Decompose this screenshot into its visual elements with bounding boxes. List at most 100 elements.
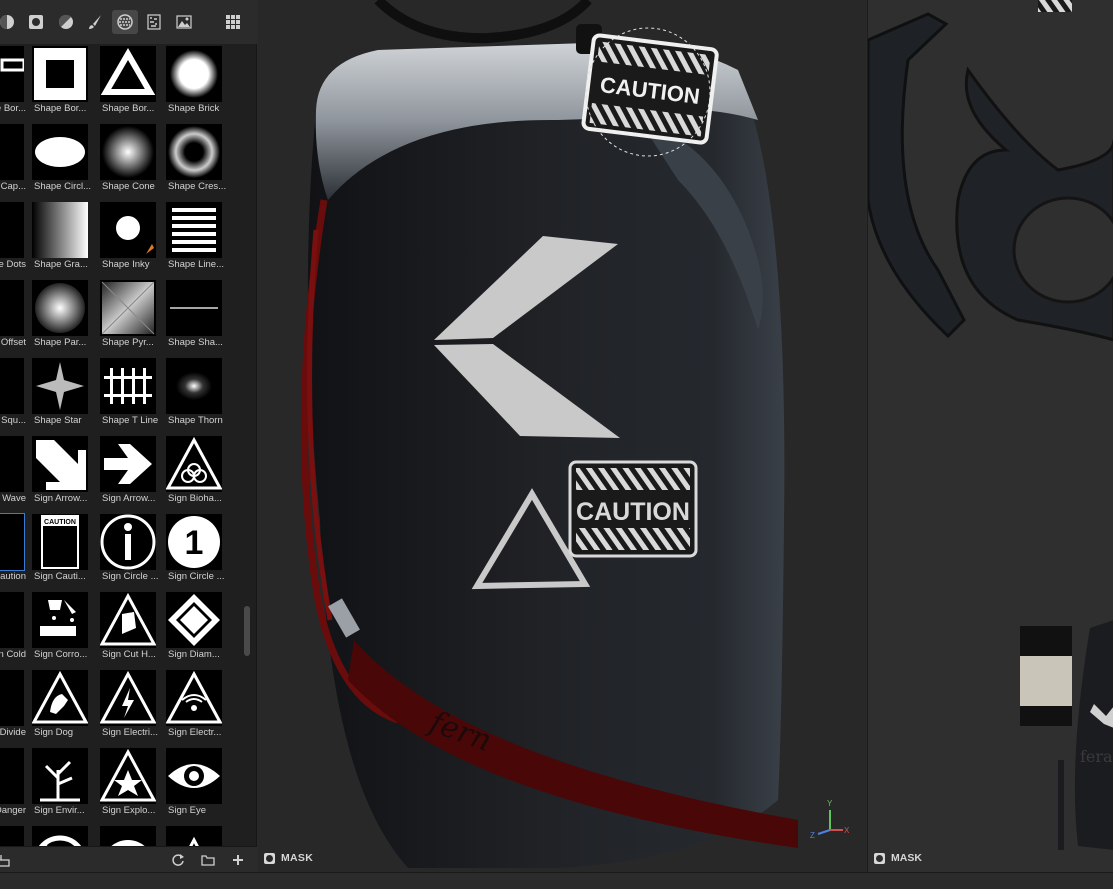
shelf-item[interactable]: Shape Inky [98, 200, 164, 278]
shelf-thumbnail-half-circle [100, 826, 156, 846]
shelf-toolbar [0, 0, 257, 44]
shelf-item[interactable]: Shape Cres... [164, 122, 230, 200]
shelf-thumbnail-dots [0, 202, 24, 258]
shelf-item[interactable]: 1 Sign Circle ... [164, 512, 230, 590]
shelf-item[interactable]: Shape Cap... [0, 122, 32, 200]
shelf-item[interactable]: Sign Fire [0, 824, 32, 846]
shelf-item[interactable]: Shape Gra... [30, 200, 96, 278]
shelf-item-label: Sign Arrow... [102, 493, 156, 504]
grid-view-icon[interactable] [220, 10, 246, 34]
shelf-thumbnail-electro-wave [166, 670, 222, 726]
shelf-item-label: Shape Pyr... [102, 337, 154, 348]
refresh-icon[interactable] [170, 852, 186, 868]
shelf-item[interactable]: Shape Thorn [164, 356, 230, 434]
folder-icon[interactable] [200, 852, 216, 868]
shelf-item[interactable]: Shape Bor... [0, 44, 32, 122]
shelf-item[interactable]: Sign Danger [0, 746, 32, 824]
shelf-item[interactable]: Shape Pyr... [98, 278, 164, 356]
viewport-3d[interactable]: CAUTION CAUTION fern Y X Z MASK [258, 0, 866, 872]
shelf-item[interactable]: Sign Arrow... [30, 434, 96, 512]
shelf-item[interactable]: Shape Bor... [30, 44, 96, 122]
shelf-item[interactable]: Sign Circle ... [98, 512, 164, 590]
shelf-item-label: Shape Inky [102, 259, 150, 270]
shelf-item[interactable]: Shape Offset [0, 278, 32, 356]
uv-thin-strip [1058, 760, 1064, 850]
shelf-item[interactable]: Sign Forbid... [30, 824, 96, 846]
shelf-item-label: Sign Divide [0, 727, 26, 738]
alpha-icon[interactable] [112, 10, 138, 34]
shelf-item[interactable]: Shape Dots [0, 200, 32, 278]
shelf-item-label: Shape Bor... [0, 103, 26, 114]
shelf-item[interactable]: Shape Brick [164, 44, 230, 122]
shelf-item[interactable]: Sign Divide [0, 668, 32, 746]
shelf-item[interactable]: Sign Cut H... [98, 590, 164, 668]
shelf-item-label: Shape Sha... [168, 337, 223, 348]
import-icon[interactable] [0, 852, 12, 868]
shelf-item[interactable]: Shape Star [30, 356, 96, 434]
shelf-item[interactable]: Sign Arrow... [98, 434, 164, 512]
axis-x-label: X [844, 826, 850, 835]
viewport-mask-toggle[interactable]: MASK [264, 852, 313, 864]
shelf-thumbnail-brick [166, 46, 222, 102]
shelf-item[interactable]: Sign Envir... [30, 746, 96, 824]
shelf-item-label: Sign Envir... [34, 805, 85, 816]
shelf-item[interactable]: CAUTION Sign Cauti... [30, 512, 96, 590]
shelf-item[interactable]: Shape Wave [0, 434, 32, 512]
grunge-icon[interactable] [141, 10, 167, 34]
shelf-item[interactable]: Sign Hand... [164, 824, 230, 846]
shelf-item[interactable]: Sign Cold [0, 590, 32, 668]
shelf-item[interactable]: Sign Corro... [30, 590, 96, 668]
shelf-item-label: Sign Electr... [168, 727, 222, 738]
add-icon[interactable] [230, 852, 246, 868]
shelf-item[interactable]: Sign Dog [30, 668, 96, 746]
shelf-thumbnail-square-border [32, 46, 88, 102]
uv-mask-toggle[interactable]: MASK [874, 852, 922, 864]
caution-decal-top: CAUTION [581, 33, 719, 145]
strap-top-arc [374, 0, 592, 44]
mask-icon [264, 852, 275, 864]
shelf-item[interactable]: Shape Squ... [0, 356, 32, 434]
shelf-thumbnail-triangle-border [100, 46, 156, 102]
mask-icon [874, 852, 885, 864]
shelf-thumbnail-cap [0, 124, 24, 180]
shelf-item-label: Shape Line... [168, 259, 224, 270]
shelf-item[interactable]: Shape Circl... [30, 122, 96, 200]
shelf-item[interactable]: Shape Line... [164, 200, 230, 278]
shelf-item[interactable]: Sign Explo... [98, 746, 164, 824]
shelf-item-label: Sign Corro... [34, 649, 88, 660]
shelf-item[interactable]: Sign Bioha... [164, 434, 230, 512]
shelf-item[interactable]: Sign Electr... [164, 668, 230, 746]
shelf-scrollbar[interactable] [242, 44, 252, 846]
caution-decal-mid-text: CAUTION [576, 498, 690, 526]
shelf-thumbnail-pyramid [100, 280, 156, 336]
shelf-scrollbar-thumb[interactable] [244, 606, 250, 656]
shelf-thumbnail-paraboloid [32, 280, 88, 336]
shelf-item[interactable]: Shape T Line [98, 356, 164, 434]
uv-fragment-text: fera [1080, 747, 1113, 766]
shelf-item-label: Sign Eye [168, 805, 207, 816]
shelf-thumbnail-cone [100, 124, 156, 180]
shelf-thumbnail-triangle-hand [166, 826, 222, 846]
smart-materials-icon[interactable] [53, 10, 79, 34]
shelf-item[interactable]: Sign Electri... [98, 668, 164, 746]
materials-icon[interactable] [0, 10, 20, 34]
shelf-item[interactable]: Sign Half... [98, 824, 164, 846]
shelf-item-label: Shape Dots [0, 259, 26, 270]
shelf-item-label: Sign Dog [34, 727, 74, 738]
shelf-item[interactable]: Shape Cone [98, 122, 164, 200]
shelf-item[interactable]: Sign Eye [164, 746, 230, 824]
shelf-item-label: Sign Caution [0, 571, 26, 582]
shelf-item[interactable]: ONSign Caution [0, 512, 32, 590]
texture-image-icon[interactable] [171, 10, 197, 34]
shelf-thumbnail-danger [0, 748, 24, 804]
shelf-item-label: Shape Thorn [168, 415, 223, 426]
smart-masks-icon[interactable] [23, 10, 49, 34]
brush-icon[interactable] [82, 10, 108, 34]
shelf-item[interactable]: Shape Bor... [98, 44, 164, 122]
viewport-2d[interactable]: fera MASK [867, 0, 1113, 872]
shelf-item-label: Shape T Line [102, 415, 159, 426]
svg-text:1: 1 [185, 524, 204, 562]
shelf-item[interactable]: Sign Diam... [164, 590, 230, 668]
shelf-item[interactable]: Shape Sha... [164, 278, 230, 356]
shelf-item[interactable]: Shape Par... [30, 278, 96, 356]
